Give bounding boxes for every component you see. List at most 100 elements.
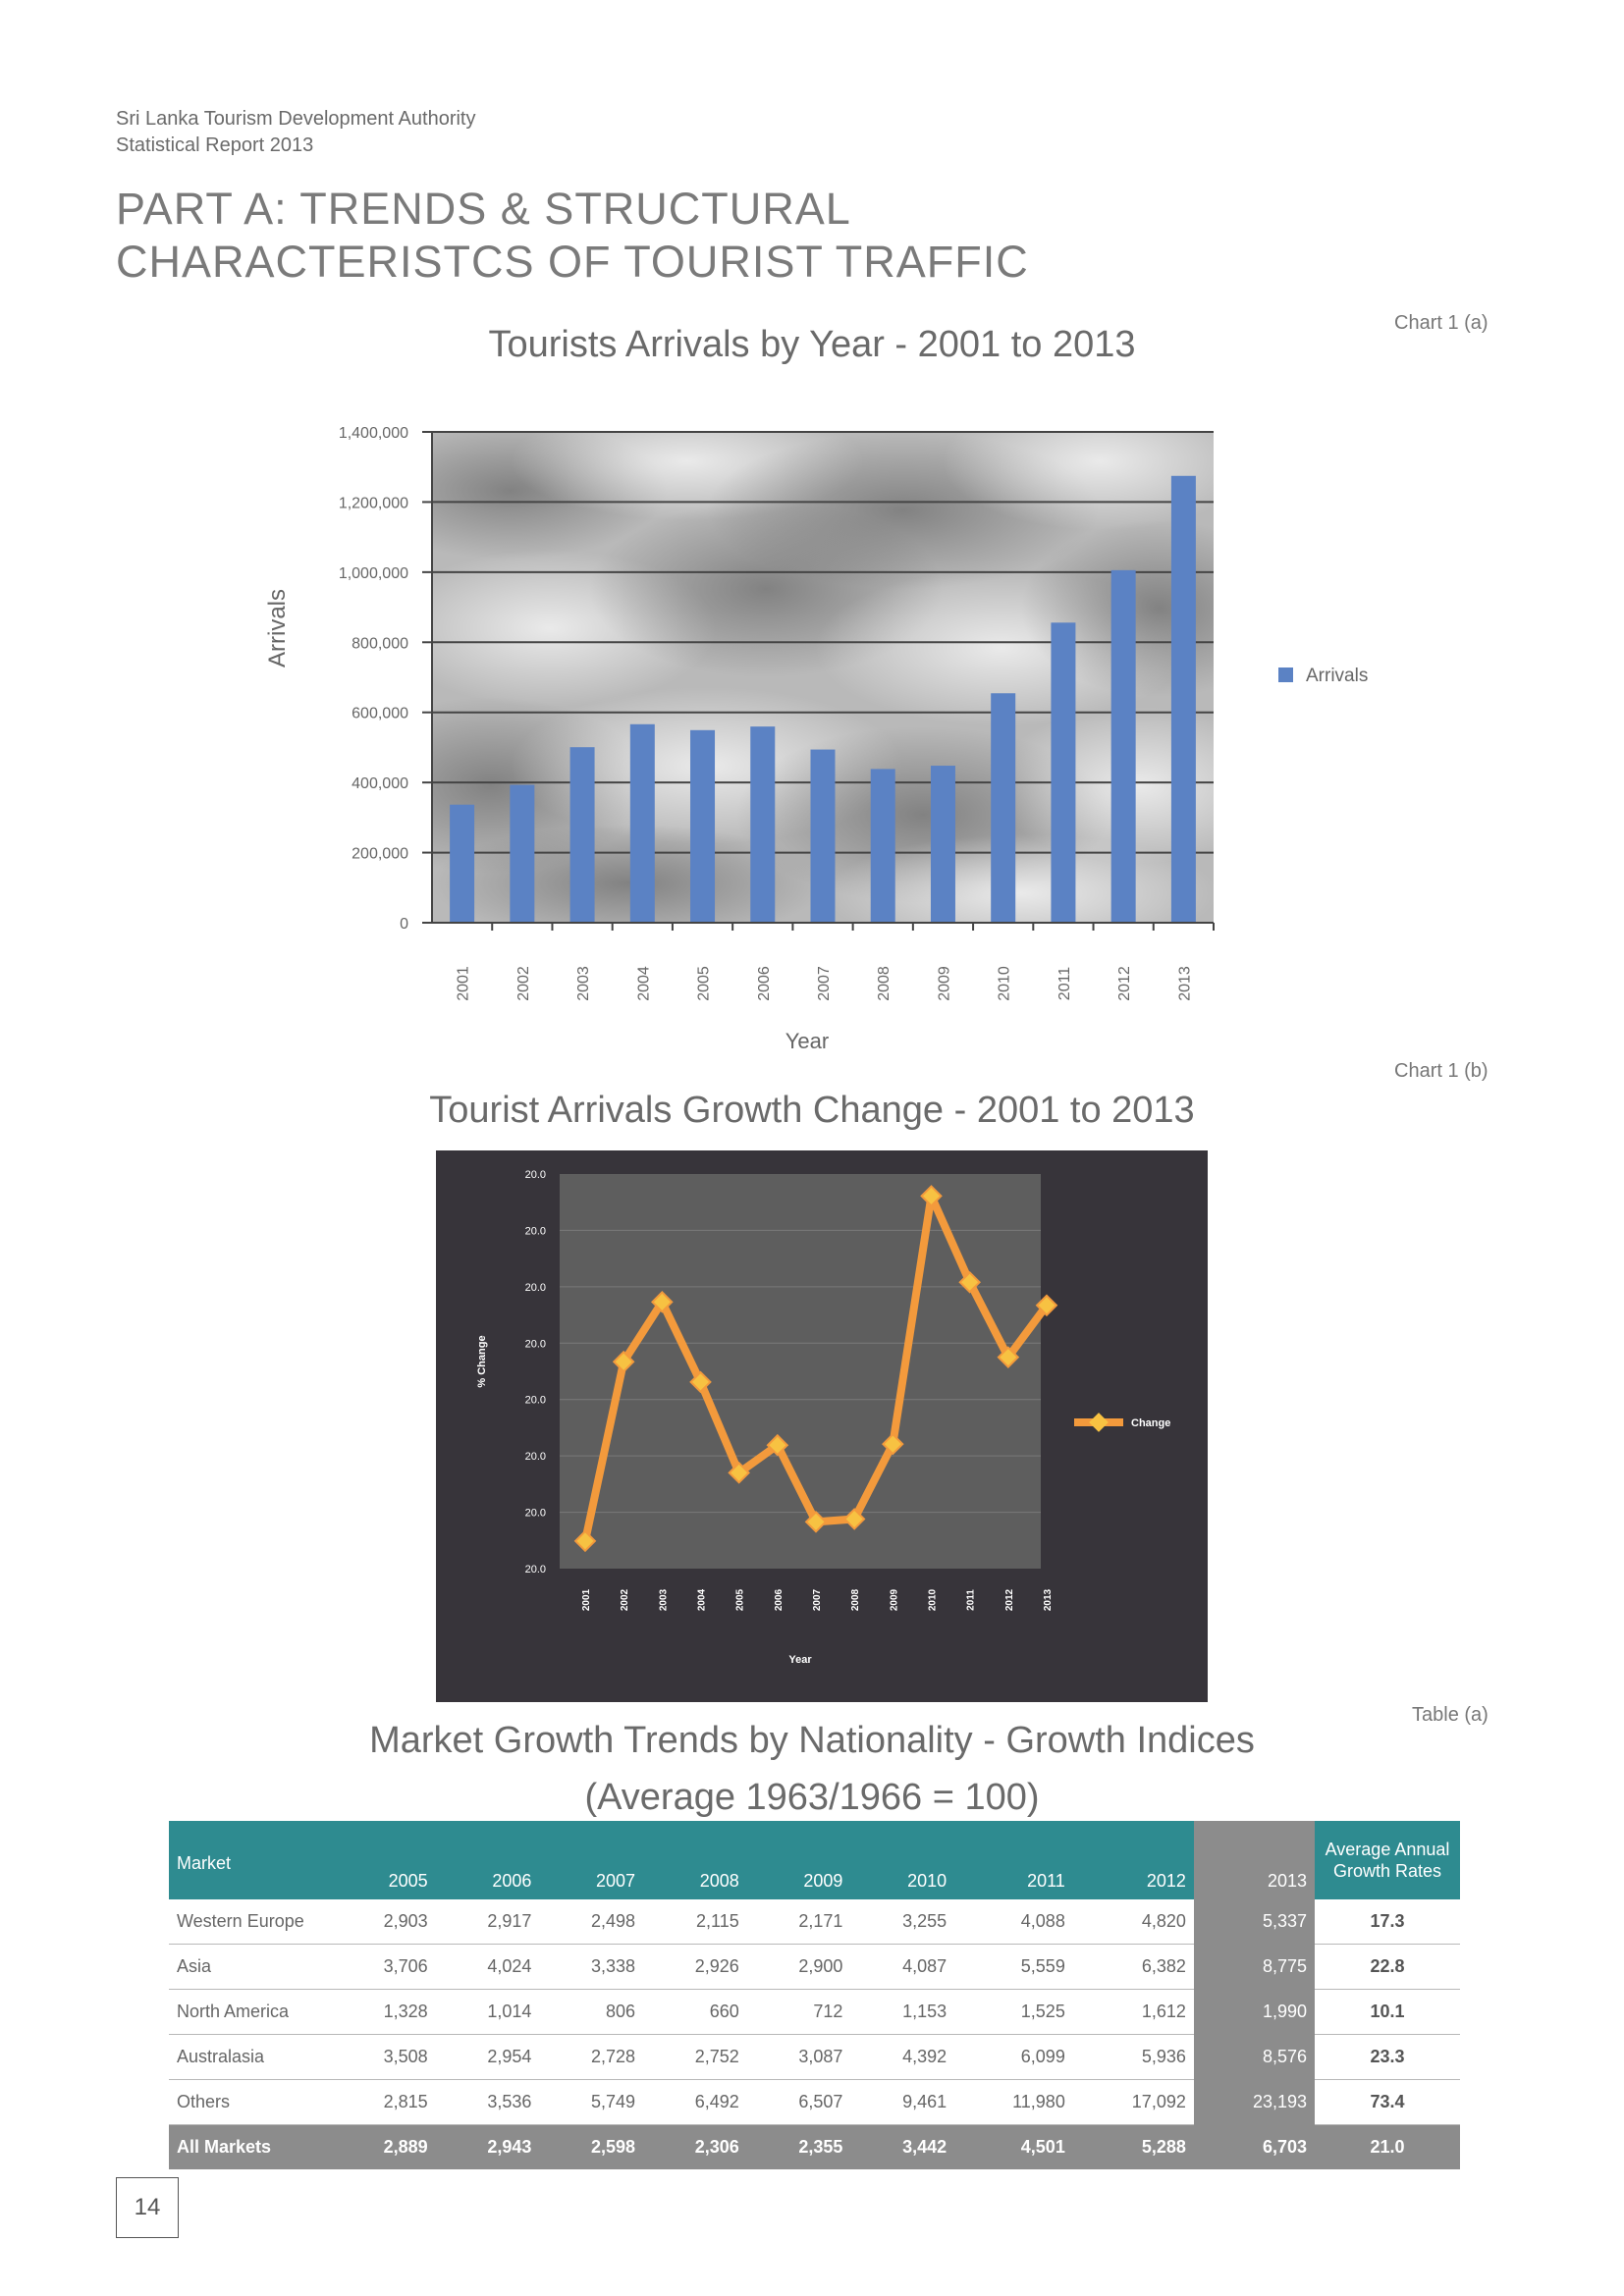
x-tick-label: 2008 [850,1588,861,1611]
x-tick-label: 2013 [1043,1588,1054,1611]
average-growth-value: 23.3 [1315,2034,1460,2080]
index-value: 2,498 [539,1899,644,1945]
col-year: 2008 [643,1821,747,1899]
index-value: 6,703 [1193,2124,1315,2169]
index-value: 1,612 [1072,1989,1194,2035]
average-growth-value: 10.1 [1315,1989,1460,2035]
col-year: 2005 [332,1821,436,1899]
table-row: Australasia 3,508 2,954 2,728 2,752 3,087 4,39… [169,2034,1460,2080]
legend-label-arrivals: Arrivals [1306,666,1368,686]
index-value: 3,536 [435,2079,540,2125]
chart-a: 0 200,000 400,000 600,000 800,000 1,000,000 1,… [264,425,1368,1053]
x-tick-label: 2002 [515,966,532,1001]
report-name: Statistical Report 2013 [116,134,314,156]
col-year-2013: 2013 [1193,1821,1315,1899]
average-growth-value: 21.0 [1315,2124,1460,2169]
y-tick-label: 1,400,000 [339,425,408,442]
x-tick-label: 2004 [635,966,652,1001]
y-tick-label: 20.0 [525,1451,546,1463]
index-value: 1,525 [954,1989,1073,2035]
x-tick-label: 2007 [816,966,833,1001]
index-value: 3,255 [850,1899,955,1945]
part-title-line2: CHARACTERISTCS OF TOURIST TRAFFIC [116,237,1029,287]
col-year: 2007 [539,1821,644,1899]
index-value: 3,508 [332,2034,436,2080]
index-value: 6,382 [1072,1944,1194,1990]
index-value: 3,706 [332,1944,436,1990]
index-value: 9,461 [850,2079,955,2125]
part-title-line1: PART A: TRENDS & STRUCTURAL [116,184,851,234]
chart-a-xlabel: Year [785,1029,829,1053]
chart-b-xlabel: Year [788,1654,812,1666]
x-tick-label: 2005 [696,966,713,1001]
index-value: 5,559 [954,1944,1073,1990]
x-tick-label: 2012 [1004,1588,1015,1611]
y-tick-label: 20.0 [525,1564,546,1575]
chart-b: 20.0 20.0 20.0 20.0 20.0 20.0 20.0 20.0 2001 2002… [436,1150,1208,1702]
index-value: 712 [746,1989,851,2035]
col-year: 2011 [954,1821,1073,1899]
chart-b-plot-area [560,1174,1041,1569]
table-header-row: Market 2005 2006 2007 2008 2009 2010 201… [169,1821,1460,1899]
chart-a-ylabel: Arrivals [264,589,291,667]
market-name: North America [169,1989,332,2035]
index-value: 3,338 [539,1944,644,1990]
index-value: 5,936 [1072,2034,1194,2080]
index-value: 2,815 [332,2079,436,2125]
index-value: 17,092 [1072,2079,1194,2125]
col-market: Market [169,1821,332,1899]
index-value: 806 [539,1989,644,2035]
x-tick-label: 2002 [620,1588,630,1611]
y-tick-label: 20.0 [525,1225,546,1237]
x-tick-label: 2011 [1056,967,1073,1001]
bar-2013 [1170,475,1196,923]
col-year: 2006 [435,1821,540,1899]
col-year: 2010 [850,1821,955,1899]
index-value: 4,820 [1072,1899,1194,1945]
bar-2010 [991,693,1016,923]
x-tick-label: 2004 [697,1588,708,1611]
growth-indices-table: Market 2005 2006 2007 2008 2009 2010 201… [169,1821,1460,2169]
index-value: 660 [643,1989,747,2035]
bar-2002 [510,784,535,923]
x-tick-label: 2010 [928,1588,939,1611]
bar-2005 [690,729,716,923]
market-name: All Markets [169,2124,332,2169]
x-tick-label: 2009 [889,1588,899,1611]
index-value: 2,926 [643,1944,747,1990]
x-tick-label: 2013 [1176,966,1193,1001]
index-value: 4,392 [850,2034,955,2080]
y-tick-label: 600,000 [352,706,408,722]
x-tick-label: 2003 [658,1588,669,1611]
index-value: 3,087 [746,2034,851,2080]
market-name: Western Europe [169,1899,332,1945]
org-name: Sri Lanka Tourism Development Authority [116,108,476,130]
average-growth-value: 73.4 [1315,2079,1460,2125]
x-tick-label: 2011 [966,1589,977,1611]
x-tick-label: 2001 [456,966,472,1001]
x-tick-label: 2009 [936,966,952,1001]
index-value: 2,943 [435,2124,540,2169]
legend-label-change: Change [1131,1417,1170,1429]
average-growth-value: 22.8 [1315,1944,1460,1990]
average-growth-value: 17.3 [1315,1899,1460,1945]
x-tick-label: 2008 [876,966,893,1001]
market-name: Asia [169,1944,332,1990]
index-value: 2,889 [332,2124,436,2169]
y-tick-label: 20.0 [525,1508,546,1520]
index-value: 4,024 [435,1944,540,1990]
bar-2012 [1110,569,1136,923]
y-tick-label: 20.0 [525,1395,546,1407]
bar-2007 [810,749,836,923]
chart-a-legend: Arrivals [1278,666,1368,686]
legend-swatch-arrivals [1278,667,1293,682]
table-a-title-line2: (Average 1963/1966 = 100) [584,1777,1040,1818]
index-value: 2,728 [539,2034,644,2080]
index-value: 1,153 [850,1989,955,2035]
table-a-title-line1: Market Growth Trends by Nationality - Gr… [369,1720,1255,1761]
x-tick-label: 2006 [756,966,773,1001]
y-tick-label: 800,000 [352,635,408,652]
index-value: 8,775 [1193,1944,1315,1990]
page-number: 14 [116,2177,179,2238]
table-row: North America 1,328 1,014 806 660 712 1,153 1,5… [169,1989,1460,2035]
